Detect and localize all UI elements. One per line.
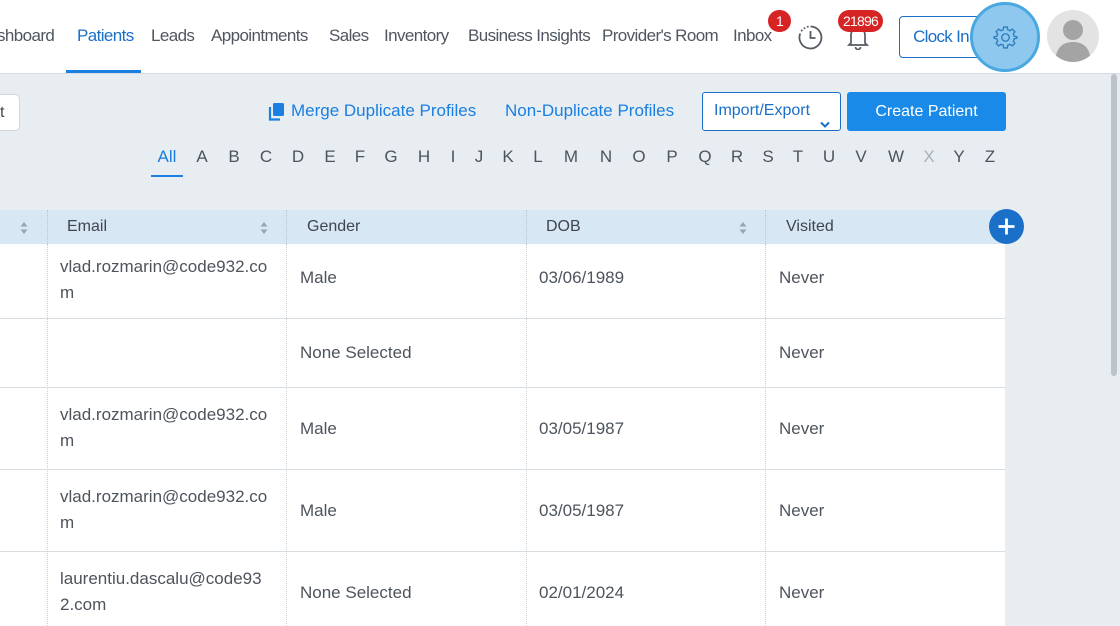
column-header-visited[interactable]: Visited [786,210,834,244]
user-avatar-icon [1055,20,1091,62]
nav-item-dashboard[interactable]: shboard [0,26,55,46]
import-export-dropdown[interactable]: Import/Export [702,92,841,131]
table-header: Email Gender DOB Visited [0,210,1005,244]
table-row[interactable]: vlad.rozmarin@code932.com Male 03/05/198… [0,388,1005,470]
scrollbar-thumb[interactable] [1111,74,1117,376]
letter-filter-g[interactable]: G [381,147,401,167]
letter-filter-z[interactable]: Z [980,147,1000,167]
sort-icon[interactable] [20,221,28,235]
import-export-label: Import/Export [714,102,811,119]
email-cell: vlad.rozmarin@code932.com [60,257,268,302]
letter-filter-t[interactable]: T [788,147,808,167]
letter-filter-b[interactable]: B [224,147,244,167]
active-letter-indicator [151,175,183,177]
dob-cell: 02/01/2024 [539,583,625,602]
inbox-count-badge: 1 [768,10,791,32]
table-row[interactable]: vlad.rozmarin@code932.com Male 03/05/198… [0,470,1005,552]
letter-filter-o[interactable]: O [629,147,649,167]
letter-filter-v[interactable]: V [851,147,871,167]
letter-filter-p[interactable]: P [662,147,682,167]
gender-cell: None Selected [300,343,412,362]
create-patient-button[interactable]: Create Patient [847,92,1006,131]
nav-item-inbox[interactable]: Inbox [733,26,772,46]
visited-cell: Never [779,583,825,602]
visited-cell: Never [779,268,825,287]
letter-filter-h[interactable]: H [414,147,434,167]
sort-icon[interactable] [260,221,268,235]
letter-filter-l[interactable]: L [528,147,548,167]
nav-item-providers-room[interactable]: Provider's Room [602,26,719,46]
chevron-down-icon [820,107,830,128]
letter-filter-i[interactable]: I [443,147,463,167]
letter-filter-a[interactable]: A [192,147,212,167]
non-duplicate-profiles-link[interactable]: Non-Duplicate Profiles [505,101,674,121]
email-cell: vlad.rozmarin@code932.com [60,405,268,450]
letter-filter-d[interactable]: D [288,147,308,167]
gender-cell: Male [300,268,337,287]
nav-item-appointments[interactable]: Appointments [211,26,308,46]
column-divider [526,244,527,626]
letter-filter-k[interactable]: K [498,147,518,167]
merge-duplicate-profiles-link[interactable]: Merge Duplicate Profiles [291,101,476,121]
email-cell: laurentiu.dascalu@code932.com [60,569,262,614]
letter-filter-w[interactable]: W [886,147,906,167]
letter-filter-y[interactable]: Y [949,147,969,167]
column-header-email[interactable]: Email [67,210,107,244]
active-nav-indicator [66,70,141,73]
nav-item-leads[interactable]: Leads [151,26,195,46]
column-divider [765,244,766,626]
letter-filter-j[interactable]: J [469,147,489,167]
plus-icon [998,218,1015,235]
letter-filter-c[interactable]: C [256,147,276,167]
visited-cell: Never [779,501,825,520]
column-divider [526,210,527,244]
gear-icon [993,25,1018,50]
nav-item-patients[interactable]: Patients [77,26,134,46]
letter-filter-all[interactable]: All [157,147,177,167]
partial-left-button[interactable]: t [0,94,20,131]
gender-cell: Male [300,501,337,520]
dob-cell: 03/05/1987 [539,501,625,520]
nav-item-inventory[interactable]: Inventory [384,26,449,46]
visited-cell: Never [779,419,825,438]
add-column-button[interactable] [989,209,1024,244]
letter-filter-r[interactable]: R [727,147,747,167]
column-divider [47,210,48,244]
table-body: vlad.rozmarin@code932.com Male 03/06/198… [0,244,1005,626]
copy-icon[interactable] [268,102,286,121]
dob-cell: 03/05/1987 [539,419,625,438]
letter-filter-x: X [923,147,935,166]
dob-cell: 03/06/1989 [539,268,625,287]
sort-icon[interactable] [739,221,747,235]
table-row[interactable]: laurentiu.dascalu@code932.com None Selec… [0,552,1005,626]
top-navigation-bar: shboard Patients Leads Appointments Sale… [0,0,1120,74]
clock-history-icon[interactable] [797,24,824,51]
column-divider [286,210,287,244]
nav-item-business-insights[interactable]: Business Insights [468,26,591,46]
gender-cell: Male [300,419,337,438]
column-divider [765,210,766,244]
column-divider [47,244,48,626]
notification-count-badge: 21896 [838,10,883,32]
letter-filter-m[interactable]: M [561,147,581,167]
gender-cell: None Selected [300,583,412,602]
table-row[interactable]: None Selected Never [0,319,1005,388]
column-header-gender[interactable]: Gender [307,210,360,244]
nav-item-sales[interactable]: Sales [329,26,369,46]
visited-cell: Never [779,343,825,362]
letter-filter-q[interactable]: Q [695,147,715,167]
letter-filter-e[interactable]: E [320,147,340,167]
column-header-dob[interactable]: DOB [546,210,581,244]
letter-filter-f[interactable]: F [350,147,370,167]
letter-filter-s[interactable]: S [758,147,778,167]
letter-filter-n[interactable]: N [596,147,616,167]
settings-button[interactable] [970,2,1040,72]
letter-filter-u[interactable]: U [819,147,839,167]
email-cell: vlad.rozmarin@code932.com [60,487,268,532]
table-row[interactable]: vlad.rozmarin@code932.com Male 03/06/198… [0,244,1005,319]
user-avatar[interactable] [1047,10,1099,62]
column-divider [286,244,287,626]
